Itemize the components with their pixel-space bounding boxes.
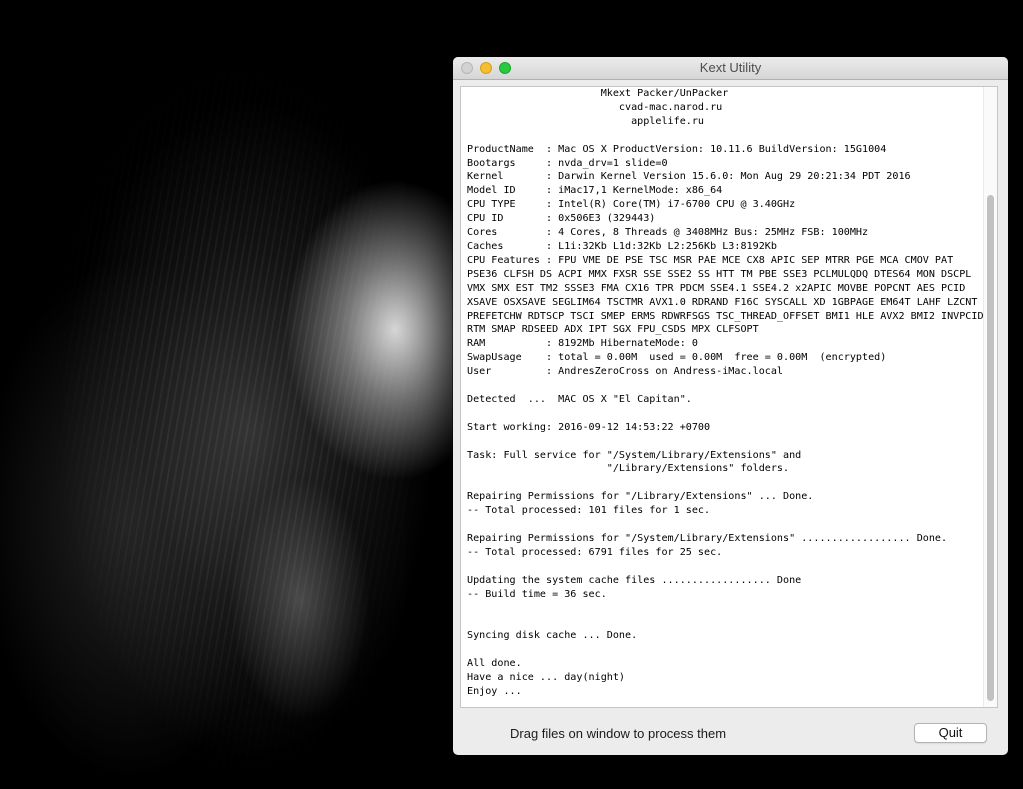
quit-button[interactable]: Quit [914,723,987,743]
log-line: Detected ... MAC OS X "El Capitan". [467,393,692,405]
title-bar[interactable]: Kext Utility [453,57,1008,80]
log-line: XSAVE OSXSAVE SEGLIM64 TSCTMR AVX1.0 RDR… [467,296,978,308]
log-line: SwapUsage : total = 0.00M used = 0.00M f… [467,352,887,364]
log-line: -- Total processed: 6791 files for 25 se… [467,546,723,558]
log-line: Start working: 2016-09-12 14:53:22 +0700 [467,421,711,433]
log-line: VMX SMX EST TM2 SSSE3 FMA CX16 TPR PDCM … [467,282,966,294]
log-line: CPU ID : 0x506E3 (329443) [467,213,656,225]
log-line: All done. [467,658,522,670]
log-line: Have a nice ... day(night) [467,672,626,684]
log-output: Mkext Packer/UnPacker cvad-mac.narod.ru … [467,87,984,699]
kext-utility-window: Kext Utility Mkext Packer/UnPacker cvad-… [453,57,1008,755]
log-line: Syncing disk cache ... Done. [467,630,638,642]
log-line: Task: Full service for "/System/Library/… [467,449,802,461]
log-line: cvad-mac.narod.ru [467,101,723,113]
log-line: RTM SMAP RDSEED ADX IPT SGX FPU_CSDS MPX… [467,324,759,336]
log-line: User : AndresZeroCross on Andress-iMac.l… [467,366,784,378]
log-line: RAM : 8192Mb HibernateMode: 0 [467,338,698,350]
log-line: Kernel : Darwin Kernel Version 15.6.0: M… [467,171,911,183]
log-line: applelife.ru [467,115,705,127]
log-text-view[interactable]: Mkext Packer/UnPacker cvad-mac.narod.ru … [460,86,998,708]
log-line: ProductName : Mac OS X ProductVersion: 1… [467,143,887,155]
scrollbar-thumb[interactable] [987,195,994,701]
wallpaper-portrait [20,60,440,789]
vertical-scrollbar[interactable] [983,87,997,707]
log-line: CPU TYPE : Intel(R) Core(TM) i7-6700 CPU… [467,199,796,211]
log-line: -- Total processed: 101 files for 1 sec. [467,505,711,517]
log-line: Cores : 4 Cores, 8 Threads @ 3408MHz Bus… [467,227,869,239]
log-line: Model ID : iMac17,1 KernelMode: x86_64 [467,185,723,197]
log-line: PREFETCHW RDTSCP TSCI SMEP ERMS RDWRFSGS… [467,310,984,322]
log-line: -- Build time = 36 sec. [467,588,607,600]
log-line: Enjoy ... [467,685,522,697]
log-line: Mkext Packer/UnPacker [467,88,729,99]
log-line: PSE36 CLFSH DS ACPI MMX FXSR SSE SSE2 SS… [467,268,972,280]
log-line: "/Library/Extensions" folders. [467,463,790,475]
log-line: Caches : L1i:32Kb L1d:32Kb L2:256Kb L3:8… [467,240,777,252]
log-line: Repairing Permissions for "/System/Libra… [467,533,948,544]
window-title: Kext Utility [699,60,762,75]
log-line: Bootargs : nvda_drv=1 slide=0 [467,157,668,169]
log-line: CPU Features : FPU VME DE PSE TSC MSR PA… [467,254,954,266]
drag-files-hint: Drag files on window to process them [510,726,727,741]
log-line: Repairing Permissions for "/Library/Exte… [467,491,814,503]
log-line: Updating the system cache files ........… [467,574,802,586]
